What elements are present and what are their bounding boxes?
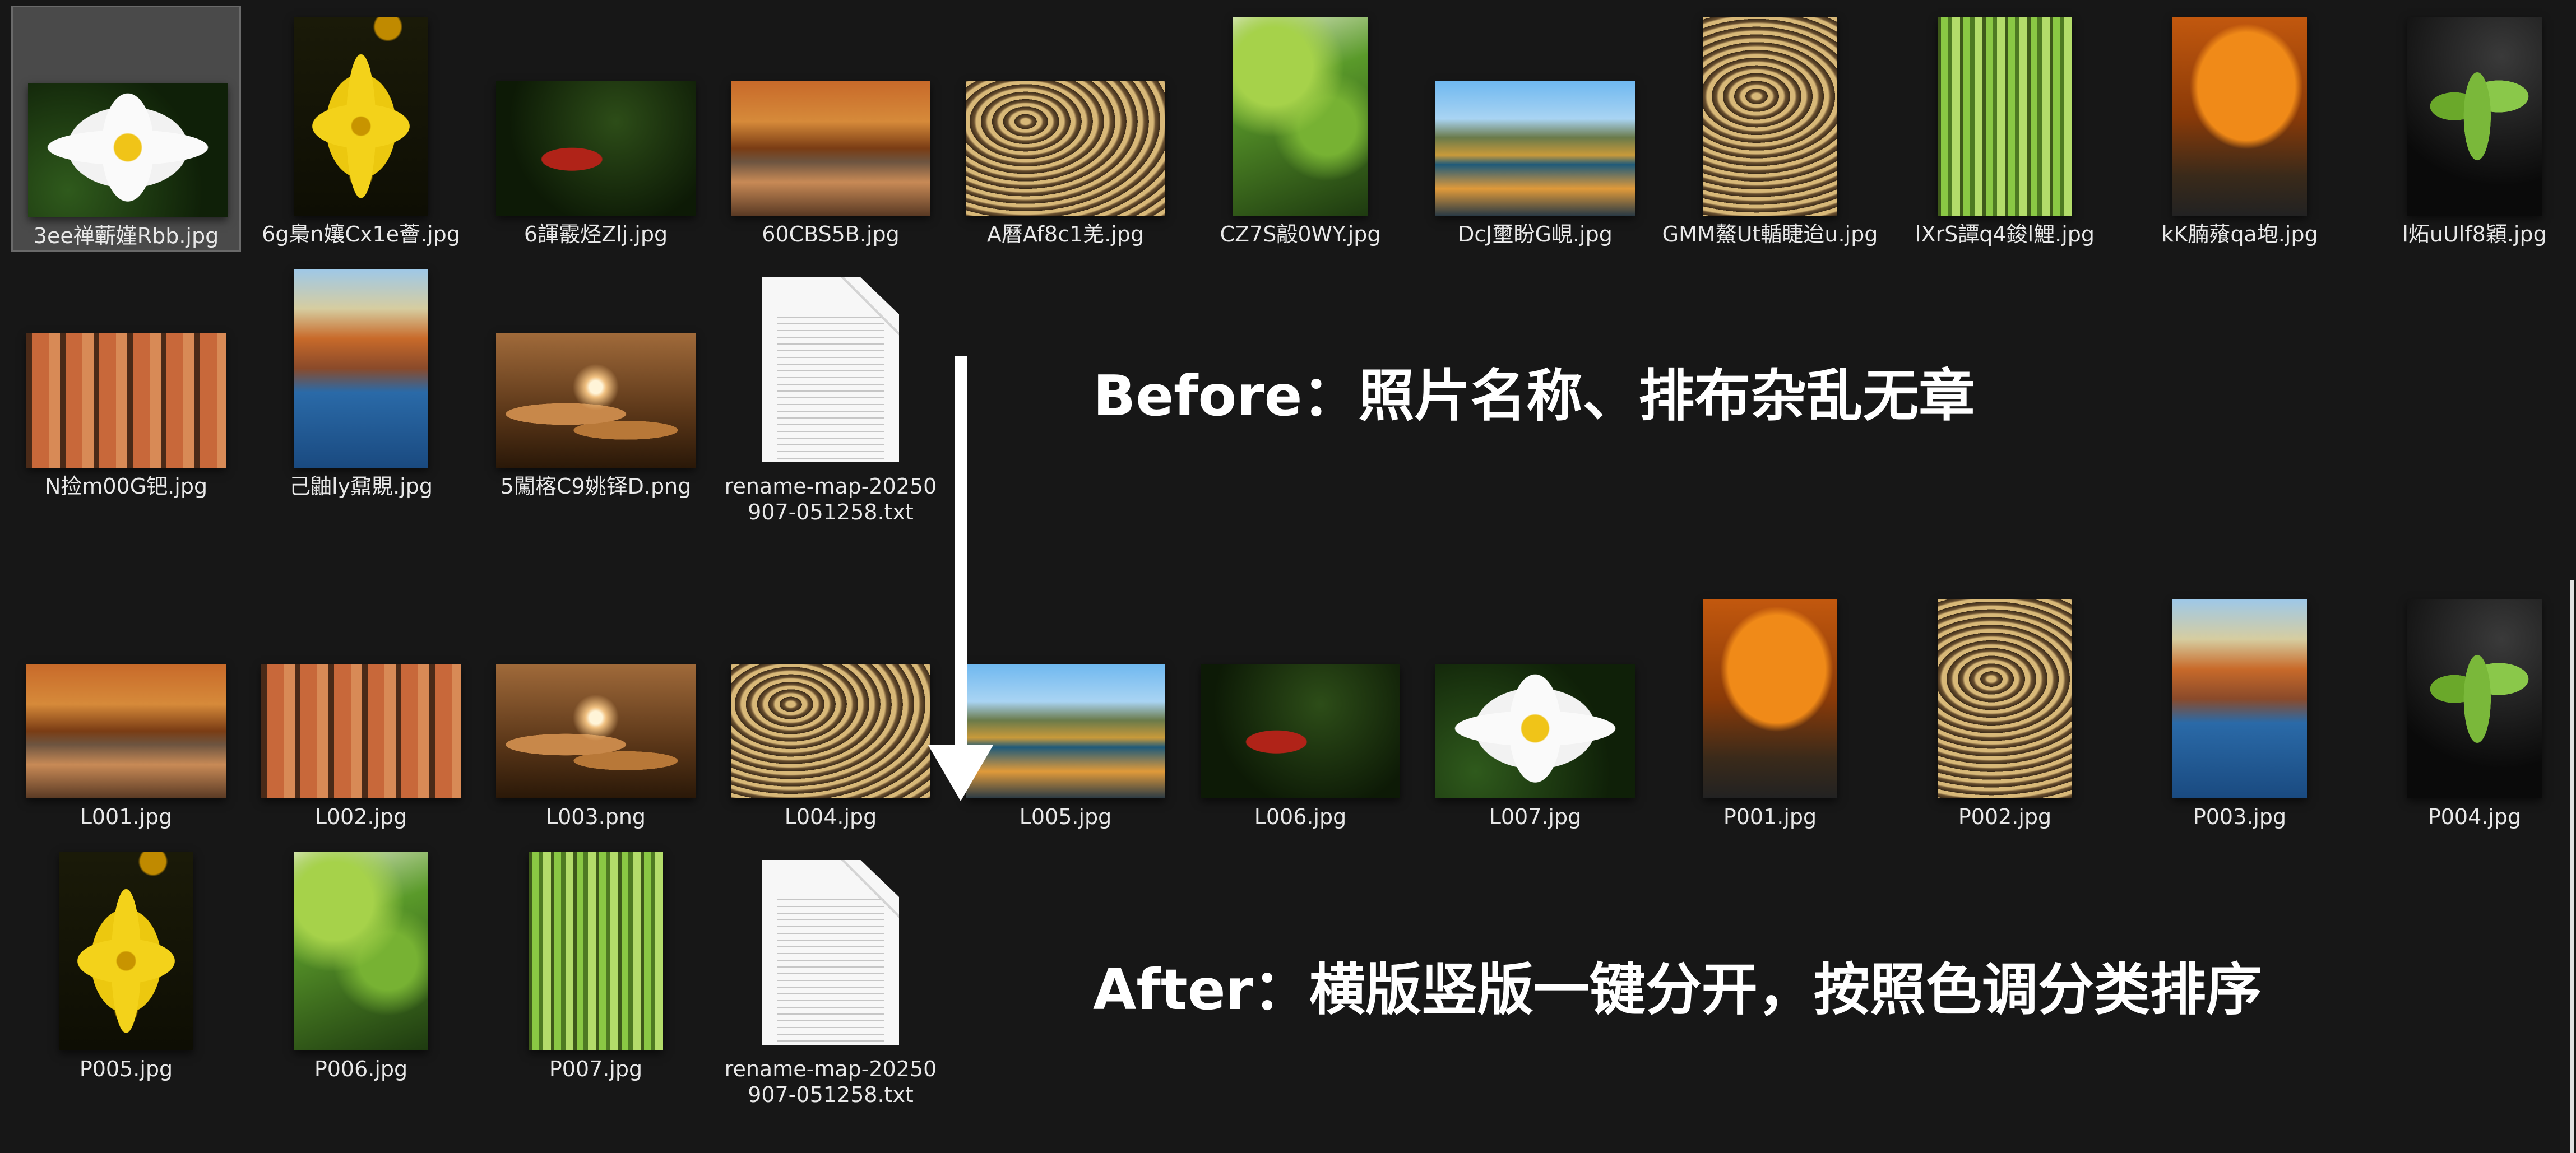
image-thumbnail — [496, 81, 696, 216]
after-caption: After：横版竖版一键分开，按照色调分类排序 — [1093, 957, 2262, 1022]
file-name-label: P007.jpg — [549, 1057, 643, 1081]
image-thumbnail — [1435, 664, 1635, 798]
file-name-label: 60CBS5B.jpg — [762, 222, 900, 247]
file-name-label: rename-map-20250907-051258.txt — [724, 1057, 937, 1107]
file-item-image[interactable]: 6諢霰烃Zlj.jpg — [481, 6, 711, 252]
file-name-label: P006.jpg — [314, 1057, 408, 1081]
image-thumbnail — [26, 664, 226, 798]
file-name-label: P004.jpg — [2427, 805, 2522, 829]
file-item-image[interactable]: N捡m00G钯.jpg — [11, 258, 241, 504]
image-thumbnail — [1233, 17, 1368, 216]
file-item-image[interactable]: GMM鰲Ut輴睫迨u.jpg — [1655, 6, 1885, 252]
file-item-image[interactable]: L004.jpg — [716, 588, 946, 835]
file-item-image[interactable]: 5闖楁C9姚铎D.png — [481, 258, 711, 504]
file-name-label: DcJ壐盼G峴.jpg — [1458, 222, 1613, 247]
file-name-label: L003.png — [545, 805, 646, 829]
image-thumbnail — [1938, 17, 2072, 216]
image-thumbnail — [1435, 81, 1635, 216]
file-name-label: 6諢霰烃Zlj.jpg — [523, 222, 668, 247]
file-item-image[interactable]: P007.jpg — [481, 840, 711, 1087]
file-name-label: P001.jpg — [1723, 805, 1817, 829]
file-name-label: 3ee禅蘄嫤Rbb.jpg — [33, 224, 219, 248]
window-edge-divider — [2570, 580, 2574, 1153]
file-name-label: GMM鰲Ut輴睫迨u.jpg — [1662, 222, 1878, 247]
file-name-label: L005.jpg — [1019, 805, 1112, 829]
file-name-label: L006.jpg — [1254, 805, 1347, 829]
file-item-image[interactable]: lXrS譚q4鋑l鯉.jpg — [1890, 6, 2120, 252]
down-arrow-icon — [928, 745, 993, 801]
file-item-image[interactable]: P006.jpg — [246, 840, 476, 1087]
file-item-image[interactable]: P003.jpg — [2125, 588, 2355, 835]
file-item-image[interactable]: P004.jpg — [2360, 588, 2576, 835]
image-thumbnail — [294, 852, 428, 1050]
file-item-image[interactable]: P001.jpg — [1655, 588, 1885, 835]
image-thumbnail — [1703, 17, 1837, 216]
file-item-image[interactable]: P002.jpg — [1890, 588, 2120, 835]
text-file-icon — [762, 277, 899, 462]
image-thumbnail — [2407, 17, 2542, 216]
image-thumbnail — [2407, 599, 2542, 798]
text-file-icon — [762, 860, 899, 1045]
file-name-label: l炻uUlf8穎.jpg — [2402, 222, 2547, 247]
file-name-label: CZ7S毃0WY.jpg — [1220, 222, 1381, 247]
image-thumbnail — [1703, 599, 1837, 798]
file-name-label: kK腩薞qa垉.jpg — [2161, 222, 2318, 247]
file-item-image[interactable]: 己鼬ly鼐覞.jpg — [246, 258, 476, 504]
file-item-image[interactable]: 60CBS5B.jpg — [716, 6, 946, 252]
file-item-image[interactable]: 3ee禅蘄嫤Rbb.jpg — [11, 6, 241, 252]
file-name-label: L001.jpg — [80, 805, 173, 829]
file-item-image[interactable]: DcJ壐盼G峴.jpg — [1420, 6, 1650, 252]
file-item-text-document[interactable]: rename-map-20250907-051258.txt — [716, 258, 946, 524]
file-name-label: 己鼬ly鼐覞.jpg — [289, 474, 433, 499]
file-item-image[interactable]: L006.jpg — [1185, 588, 1415, 835]
file-item-image[interactable]: 6g梟n孃Cx1e薈.jpg — [246, 6, 476, 252]
file-name-label: L002.jpg — [314, 805, 407, 829]
image-thumbnail — [1201, 664, 1400, 798]
file-name-label: N捡m00G钯.jpg — [44, 474, 208, 499]
file-item-image[interactable]: L001.jpg — [11, 588, 241, 835]
file-item-image[interactable]: L007.jpg — [1420, 588, 1650, 835]
image-thumbnail — [294, 269, 428, 468]
file-name-label: lXrS譚q4鋑l鯉.jpg — [1915, 222, 2095, 247]
before-caption: Before：照片名称、排布杂乱无章 — [1093, 363, 1975, 429]
image-thumbnail — [966, 664, 1165, 798]
file-name-label: L004.jpg — [784, 805, 877, 829]
file-name-label: A曆Af8c1羌.jpg — [986, 222, 1145, 247]
file-name-label: rename-map-20250907-051258.txt — [724, 474, 937, 524]
image-thumbnail — [294, 17, 428, 216]
image-thumbnail — [2172, 599, 2307, 798]
image-thumbnail — [28, 83, 228, 217]
image-thumbnail — [496, 664, 696, 798]
file-item-image[interactable]: l炻uUlf8穎.jpg — [2360, 6, 2576, 252]
file-name-label: P002.jpg — [1958, 805, 2052, 829]
file-name-label: 6g梟n孃Cx1e薈.jpg — [262, 222, 460, 247]
image-thumbnail — [731, 81, 930, 216]
file-item-image[interactable]: L002.jpg — [246, 588, 476, 835]
file-name-label: 5闖楁C9姚铎D.png — [500, 474, 692, 499]
image-thumbnail — [529, 852, 663, 1050]
image-thumbnail — [2172, 17, 2307, 216]
file-item-image[interactable]: P005.jpg — [11, 840, 241, 1087]
image-thumbnail — [26, 333, 226, 468]
image-thumbnail — [1938, 599, 2072, 798]
file-name-label: P005.jpg — [79, 1057, 173, 1081]
file-item-image[interactable]: L003.png — [481, 588, 711, 835]
image-thumbnail — [59, 852, 193, 1050]
file-name-label: L007.jpg — [1489, 805, 1582, 829]
file-item-image[interactable]: CZ7S毃0WY.jpg — [1185, 6, 1415, 252]
image-thumbnail — [731, 664, 930, 798]
image-thumbnail — [261, 664, 461, 798]
file-item-image[interactable]: kK腩薞qa垉.jpg — [2125, 6, 2355, 252]
image-thumbnail — [496, 333, 696, 468]
down-arrow-shaft — [955, 356, 967, 754]
image-thumbnail — [966, 81, 1165, 216]
file-name-label: P003.jpg — [2193, 805, 2287, 829]
file-item-text-document[interactable]: rename-map-20250907-051258.txt — [716, 840, 946, 1107]
file-item-image[interactable]: A曆Af8c1羌.jpg — [951, 6, 1180, 252]
